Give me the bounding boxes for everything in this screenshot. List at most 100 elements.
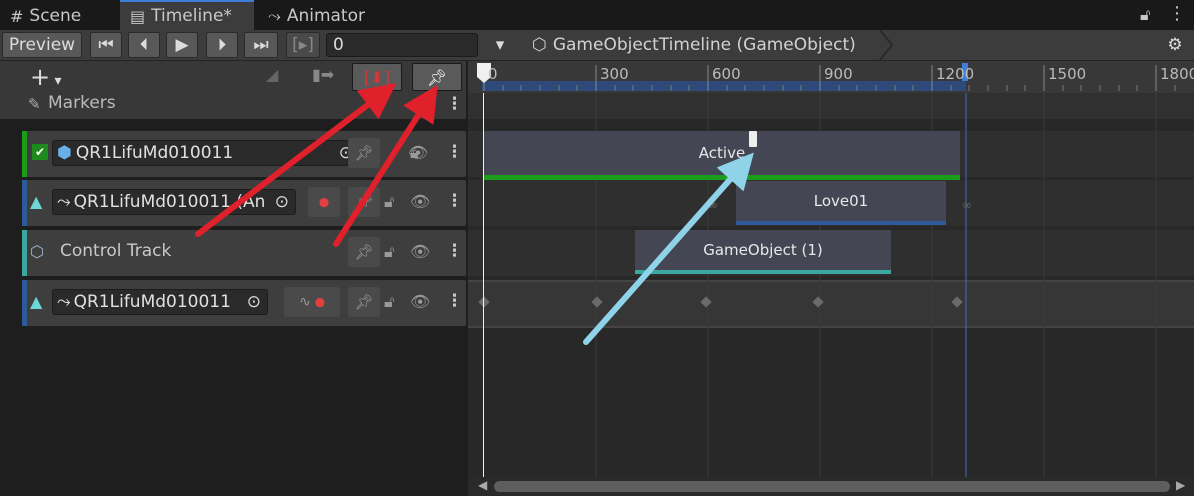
cube-icon: ⬢	[57, 143, 72, 163]
grid-icon: #	[10, 6, 24, 26]
next-frame-button[interactable]: ⏵	[206, 32, 238, 58]
animator-icon: ⤳	[268, 6, 281, 25]
goto-start-button[interactable]: ⏮	[90, 32, 122, 58]
track-header-animation[interactable]: ▲ ⤳ QR1LifuMd010011 (An ⊙ ⏺ 📌︎ 🔓︎ 👁︎ ⋮	[22, 180, 466, 226]
lock-icon[interactable]: 🔓︎	[384, 192, 394, 212]
tab-animator[interactable]: ⤳ Animator	[258, 2, 388, 30]
breadcrumb[interactable]: ⬡ GameObjectTimeline (GameObject)	[524, 30, 856, 60]
tab-scene-label: Scene	[29, 6, 82, 26]
horizontal-scrollbar[interactable]: ◀ ▶	[468, 477, 1194, 496]
gear-icon: ⚙	[1167, 35, 1183, 55]
lock-track-button[interactable]: 📌︎	[348, 138, 380, 168]
pin-button[interactable]: 📌︎	[348, 287, 380, 317]
scroll-left-icon[interactable]: ◀	[478, 478, 487, 492]
markers-track-header[interactable]: ✎ Markers ⋮	[0, 93, 466, 119]
clip-active[interactable]: Active	[484, 131, 960, 180]
markers-toggle-icon: [⬇]	[364, 67, 390, 87]
timeline-icon: ▤	[130, 6, 146, 26]
ruler-tick-label: 900	[824, 65, 853, 83]
track-more-icon[interactable]: ⋮	[446, 241, 463, 261]
control-track-icon: ⬡	[30, 242, 44, 261]
animation-track-icon: ▲	[30, 292, 43, 311]
step-back-icon: ⏴	[139, 35, 149, 55]
curves-toggle[interactable]: ◢	[266, 65, 278, 84]
goto-end-button[interactable]: ⏭	[244, 32, 278, 58]
ruler-tick-label: 300	[600, 65, 629, 83]
clip-love01[interactable]: Love01	[736, 181, 946, 225]
lock-icon[interactable]: 🔓︎	[384, 242, 394, 262]
scroll-right-icon[interactable]: ▶	[1176, 478, 1185, 492]
tab-timeline-label: Timeline*	[151, 6, 232, 26]
track-name: Control Track	[60, 241, 172, 261]
svg-text:∞: ∞	[962, 198, 972, 212]
control-track-color	[22, 230, 27, 276]
play-range-button[interactable]: [▸]	[286, 32, 320, 58]
chevron-down-icon: ▾	[50, 73, 62, 89]
timeline-clips-area[interactable]: ∞ ∞ Active Love01 GameObject (1)	[468, 93, 1194, 477]
lock-icon[interactable]: 🔓︎	[1140, 5, 1150, 25]
track-more-icon[interactable]: ⋮	[446, 142, 463, 162]
eye-icon[interactable]: 👁︎	[410, 242, 430, 261]
track-header-animation-2[interactable]: ▲ ⤳ QR1LifuMd010011 ⊙ ∿ ⏺ 📌︎ 🔓︎ 👁︎ ⋮	[22, 280, 466, 326]
gameobject-cube-icon: ⬡	[532, 35, 547, 55]
lock-icon[interactable]: 🔓︎	[384, 292, 394, 312]
activation-checkbox[interactable]: ✔	[32, 144, 48, 160]
tab-animator-label: Animator	[286, 6, 365, 26]
track-binding-field[interactable]: ⤳ QR1LifuMd010011 (An ⊙	[52, 189, 296, 215]
svg-text:∞: ∞	[708, 198, 718, 212]
track-name: QR1LifuMd010011 (An	[73, 192, 266, 212]
time-ruler[interactable]: 0 300 600 900 1200 1500 1800	[468, 61, 1194, 93]
eye-icon[interactable]: 👁︎	[408, 143, 428, 162]
clip-gameobject[interactable]: GameObject (1)	[635, 230, 891, 274]
add-track-button[interactable]: + ▾	[30, 63, 62, 91]
object-picker-icon[interactable]: ⊙	[246, 292, 261, 312]
tab-timeline[interactable]: ▤ Timeline*	[120, 0, 254, 30]
pin-button[interactable]: 📌︎	[348, 237, 380, 267]
animation-track-color	[22, 180, 27, 226]
object-picker-icon[interactable]: ⊙	[274, 192, 289, 212]
track-binding-field[interactable]: ⬢ QR1LifuMd010011 ⊙	[52, 140, 360, 166]
more-vertical-icon[interactable]: ⋮	[1168, 3, 1186, 24]
curves-record-button[interactable]: ∿ ⏺	[284, 287, 340, 317]
plus-icon: +	[30, 63, 51, 91]
curve-icon: ∿	[299, 294, 311, 310]
track-name: QR1LifuMd010011	[73, 292, 231, 312]
chevron-down-icon: ▾	[495, 35, 505, 55]
settings-button[interactable]: ⚙	[1160, 32, 1190, 58]
pin-button[interactable]: 📌︎	[348, 187, 380, 217]
track-header-activation[interactable]: ✔ ⬢ QR1LifuMd010011 ⊙ 📌︎ 🔒︎ 👁︎ ⋮	[22, 131, 466, 177]
play-button[interactable]: ▶	[166, 32, 198, 58]
mute-markers-button[interactable]: [⬇]	[352, 63, 402, 91]
tab-bar: # Scene ▤ Timeline* ⤳ Animator 🔓︎ ⋮	[0, 0, 1194, 30]
playhead-line	[483, 93, 484, 477]
preview-label: Preview	[8, 35, 76, 55]
eye-icon[interactable]: 👁︎	[410, 192, 430, 211]
frame-input[interactable]: 0	[326, 33, 478, 57]
show-markers-button[interactable]: 📌︎	[412, 63, 462, 91]
markers-more-icon[interactable]: ⋮	[446, 94, 463, 114]
animation-track-icon: ▲	[30, 192, 43, 211]
tab-scene[interactable]: # Scene	[0, 2, 118, 30]
skip-forward-icon: ⏭	[253, 35, 269, 55]
scrollbar-thumb[interactable]	[494, 481, 1170, 492]
breadcrumb-label: GameObjectTimeline (GameObject)	[552, 35, 856, 55]
clip-label: GameObject (1)	[703, 241, 823, 259]
track-more-icon[interactable]: ⋮	[446, 291, 463, 311]
track-header-toolbar: + ▾ ◢ ▮➡ [⬇] 📌︎	[0, 61, 466, 93]
track-more-icon[interactable]: ⋮	[446, 191, 463, 211]
step-forward-icon: ⏵	[217, 35, 227, 55]
track-header-control[interactable]: ⬡ Control Track 📌︎ 🔓︎ 👁︎ ⋮	[22, 230, 466, 276]
preview-button[interactable]: Preview	[2, 32, 82, 58]
pin-icon: 📌︎	[354, 293, 374, 311]
marker-pin[interactable]	[749, 131, 757, 147]
eye-icon[interactable]: 👁︎	[410, 292, 430, 311]
prev-frame-button[interactable]: ⏴	[128, 32, 160, 58]
clip-label: Love01	[813, 192, 869, 210]
ruler-tick-label: 1500	[1048, 65, 1087, 83]
record-button[interactable]: ⏺	[308, 187, 340, 217]
timeline-selector-dropdown[interactable]: ▾	[484, 32, 516, 58]
ruler-tick-label: 600	[712, 65, 741, 83]
animator-icon: ⤳	[57, 292, 71, 312]
track-binding-field[interactable]: ⤳ QR1LifuMd010011 ⊙	[52, 289, 268, 315]
clip-edit-mode[interactable]: ▮➡	[312, 65, 334, 84]
